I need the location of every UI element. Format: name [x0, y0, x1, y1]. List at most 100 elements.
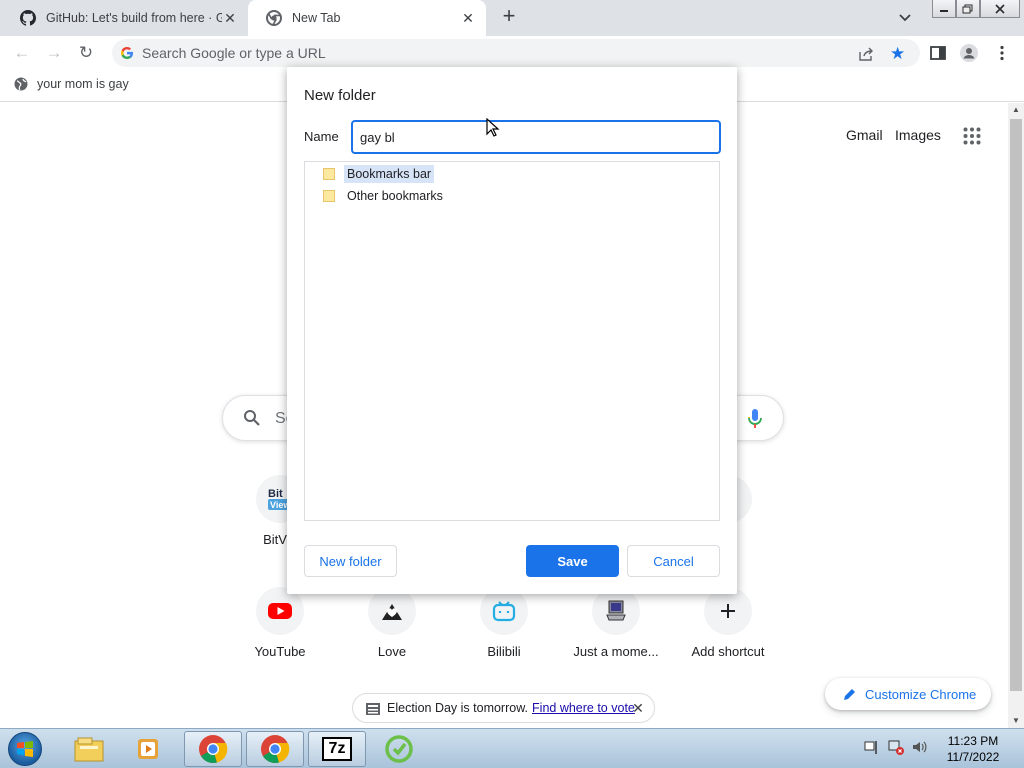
love-icon — [368, 587, 416, 635]
ballot-icon — [366, 703, 380, 715]
taskbar-explorer[interactable] — [60, 731, 118, 767]
back-button[interactable]: ← — [12, 43, 32, 63]
google-icon — [121, 47, 133, 59]
computer-icon — [592, 587, 640, 635]
7zip-icon: 7z — [322, 737, 352, 761]
apps-grid-icon[interactable] — [963, 127, 981, 145]
action-center-icon[interactable] — [864, 739, 880, 755]
volume-icon[interactable] — [912, 739, 928, 755]
scroll-down-arrow-icon[interactable]: ▼ — [1008, 714, 1024, 728]
profile-icon[interactable] — [960, 44, 978, 62]
folder-item-other-bookmarks[interactable]: Other bookmarks — [323, 186, 446, 206]
shortcut-label: Add shortcut — [691, 644, 765, 659]
bookmark-item[interactable]: your mom is gay — [14, 77, 129, 91]
shortcut-label: Love — [377, 644, 407, 659]
bookmark-label: your mom is gay — [37, 77, 129, 91]
gmail-link[interactable]: Gmail — [846, 127, 883, 143]
plus-icon — [704, 587, 752, 635]
folder-item-bookmarks-bar[interactable]: Bookmarks bar — [323, 164, 435, 184]
new-tab-button[interactable]: + — [498, 5, 520, 28]
tab-new-tab[interactable]: New Tab ✕ — [248, 0, 486, 36]
new-folder-button[interactable]: New folder — [304, 545, 397, 577]
scroll-thumb[interactable] — [1010, 119, 1022, 691]
folder-label: Other bookmarks — [347, 189, 443, 203]
taskbar-7zip[interactable]: 7z — [308, 731, 366, 767]
tab-search-icon[interactable] — [897, 9, 913, 25]
windows-taskbar: 7z 11:23 PM 11/7/2022 — [0, 728, 1024, 768]
system-tray — [864, 739, 928, 755]
toolbar: ← → ↻ Search Google or type a URL ★ — [0, 36, 1024, 70]
shortcut-youtube[interactable]: YouTube — [224, 587, 336, 699]
close-tab-icon[interactable]: ✕ — [222, 10, 238, 26]
taskbar-chrome-1[interactable] — [184, 731, 242, 767]
shortcut-bilibili[interactable]: Bilibili — [448, 587, 560, 699]
windows-logo-icon — [8, 732, 42, 766]
page-scrollbar[interactable]: ▲ ▼ — [1008, 103, 1024, 728]
folder-icon — [323, 168, 335, 180]
restore-button[interactable] — [956, 0, 980, 18]
tab-title: GitHub: Let's build from here · GitHub — [46, 11, 222, 25]
explorer-icon — [74, 737, 104, 762]
media-player-icon — [138, 739, 158, 759]
window-controls — [932, 0, 1020, 18]
omnibox[interactable]: Search Google or type a URL ★ — [112, 39, 920, 67]
search-icon — [244, 410, 260, 426]
taskbar-app[interactable] — [370, 731, 428, 767]
shortcut-just-a-moment[interactable]: Just a mome... — [560, 587, 672, 699]
save-button[interactable]: Save — [526, 545, 619, 577]
promo-link[interactable]: Find where to vote — [532, 701, 635, 715]
folder-icon — [323, 190, 335, 202]
microphone-icon[interactable] — [747, 408, 763, 430]
customize-chrome-button[interactable]: Customize Chrome — [825, 678, 991, 710]
cancel-button[interactable]: Cancel — [627, 545, 720, 577]
mouse-cursor-icon — [486, 118, 500, 137]
shortcut-love[interactable]: Love — [336, 587, 448, 699]
minimize-button[interactable] — [932, 0, 956, 18]
chrome-icon — [266, 10, 282, 26]
promo-text: Election Day is tomorrow. — [387, 701, 529, 715]
close-icon — [995, 3, 1005, 14]
taskbar-chrome-2[interactable] — [246, 731, 304, 767]
share-icon[interactable] — [858, 46, 874, 62]
close-tab-icon[interactable]: ✕ — [460, 10, 476, 26]
close-promo-icon[interactable]: ✕ — [630, 700, 646, 716]
pencil-icon — [844, 689, 855, 700]
close-window-button[interactable] — [980, 0, 1020, 18]
election-promo: Election Day is tomorrow. Find where to … — [352, 693, 655, 723]
tab-github[interactable]: GitHub: Let's build from here · GitHub ✕ — [2, 0, 248, 36]
clock-date: 11/7/2022 — [946, 750, 1000, 764]
shortcut-label: Bilibili — [487, 644, 521, 659]
dialog-title: New folder — [304, 87, 376, 104]
bookmark-star-icon[interactable]: ★ — [890, 44, 905, 64]
start-button[interactable] — [2, 730, 48, 768]
shortcut-label: YouTube — [254, 644, 306, 659]
menu-icon[interactable] — [993, 44, 1011, 62]
system-clock[interactable]: 11:23 PM 11/7/2022 — [936, 733, 1010, 765]
side-panel-icon[interactable] — [929, 44, 947, 62]
folder-tree[interactable]: Bookmarks bar Other bookmarks — [304, 161, 720, 521]
restore-icon — [962, 4, 973, 13]
customize-label: Customize Chrome — [865, 686, 977, 702]
youtube-icon — [256, 587, 304, 635]
bilibili-icon — [480, 587, 528, 635]
reload-button[interactable]: ↻ — [76, 43, 96, 63]
taskbar-media-player[interactable] — [120, 731, 178, 767]
add-shortcut-button[interactable]: Add shortcut — [672, 587, 784, 699]
app-icon — [385, 735, 413, 763]
folder-name-input[interactable] — [351, 120, 721, 154]
clock-time: 11:23 PM — [947, 734, 999, 748]
minimize-icon — [940, 9, 948, 12]
globe-icon — [14, 77, 28, 91]
chrome-icon — [199, 735, 228, 764]
shortcut-label: Just a mome... — [573, 644, 659, 659]
name-label: Name — [304, 129, 339, 144]
scroll-up-arrow-icon[interactable]: ▲ — [1008, 103, 1024, 117]
tab-title: New Tab — [292, 11, 341, 25]
images-link[interactable]: Images — [895, 127, 941, 143]
github-icon — [20, 10, 36, 26]
new-folder-dialog: New folder Name Bookmarks bar Other book… — [287, 67, 737, 594]
folder-label: Bookmarks bar — [344, 165, 435, 183]
network-error-icon[interactable] — [888, 739, 904, 755]
tab-strip: GitHub: Let's build from here · GitHub ✕… — [0, 0, 1024, 36]
forward-button[interactable]: → — [44, 43, 64, 63]
